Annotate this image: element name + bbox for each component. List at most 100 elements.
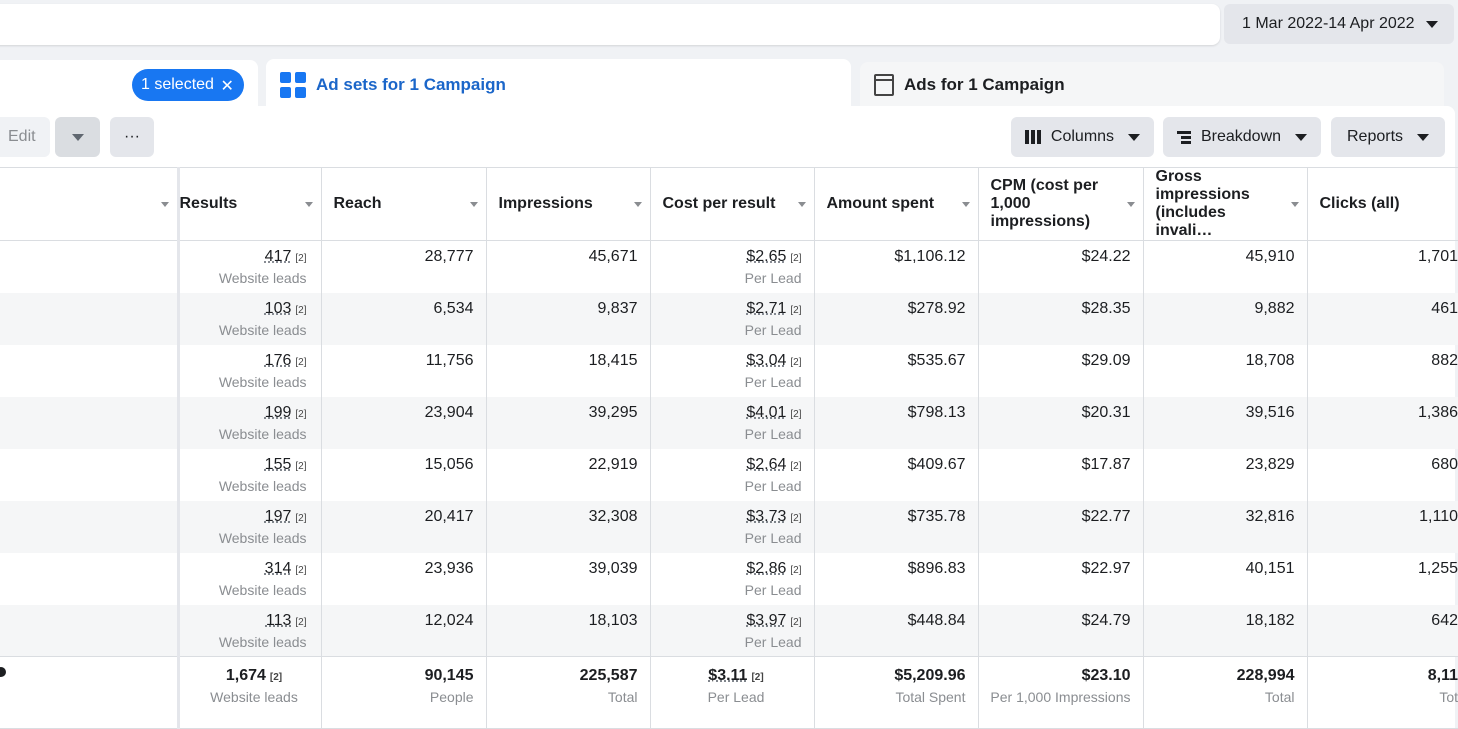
table-row[interactable]: 155 [2] Website leads 15,056 22,919 $2.64 [2] P… [0, 448, 1458, 501]
results-cell-value[interactable]: 176 [265, 352, 292, 369]
tab-ad-sets[interactable]: Ad sets for 1 Campaign [266, 59, 851, 111]
clicks-cell-value: 1,255 [1417, 559, 1458, 577]
footnote-marker: [2] [790, 356, 802, 368]
name-cell[interactable] [0, 500, 180, 553]
cost-per-result-cell-value[interactable]: $3.04 [746, 352, 786, 369]
date-range-picker[interactable]: 1 Mar 2022-14 Apr 2022 [1224, 4, 1454, 44]
total-cpm-value: $23.10 [1081, 667, 1131, 684]
cost-per-result-cell: $2.64 [2] Per Lead [650, 448, 815, 501]
totals-row: 1,674 [2] Website leads 90,145 People 225,587… [0, 656, 1458, 729]
cost-per-result-cell: $3.73 [2] Per Lead [650, 500, 815, 553]
amount-spent-cell: $448.84 [814, 604, 979, 657]
columns-button[interactable]: Columns [1011, 117, 1154, 157]
clicks-cell: 1,386 [1307, 396, 1458, 449]
cost-per-result-cell-value[interactable]: $3.97 [746, 612, 786, 629]
total-gross-impressions-cell: 228,994 Total [1143, 656, 1308, 729]
name-cell[interactable] [0, 552, 180, 605]
cost-per-result-cell-value[interactable]: $2.71 [746, 300, 786, 317]
name-cell[interactable] [0, 344, 180, 397]
gross-impressions-cell-value: 18,708 [1245, 351, 1295, 369]
column-header-name[interactable] [0, 167, 180, 241]
cost-per-result-cell-value[interactable]: $4.01 [746, 404, 786, 421]
impressions-cell-value: 39,039 [588, 559, 638, 577]
cpm-cell: $24.22 [978, 240, 1144, 293]
impressions-cell: 18,103 [486, 604, 651, 657]
name-cell[interactable] [0, 292, 180, 345]
clicks-cell-value: 1,701 [1417, 248, 1458, 265]
name-cell[interactable] [0, 604, 180, 657]
tab-ads[interactable]: Ads for 1 Campaign [860, 62, 1444, 108]
column-header-clicks[interactable]: Clicks (all) [1307, 167, 1458, 241]
more-options-button[interactable]: ··· [110, 117, 154, 157]
clicks-cell-value: 461 [1431, 299, 1458, 317]
table-row[interactable]: 103 [2] Website leads 6,534 9,837 $2.71 [2] Per… [0, 292, 1458, 345]
edit-dropdown-button[interactable] [55, 117, 100, 157]
cost-per-result-cell-sublabel: Per Lead [744, 529, 802, 546]
total-cost-per-result-sublabel: Per Lead [707, 689, 765, 705]
column-header-reach[interactable]: Reach [321, 167, 487, 241]
reports-button[interactable]: Reports [1331, 117, 1445, 157]
table-row[interactable]: 176 [2] Website leads 11,756 18,415 $3.04 [2] P… [0, 344, 1458, 397]
column-header-impressions[interactable]: Impressions [486, 167, 651, 241]
total-amount-spent-sublabel: Total Spent [895, 689, 966, 705]
breakdown-button[interactable]: Breakdown [1163, 117, 1321, 157]
cost-per-result-cell-value[interactable]: $2.64 [746, 456, 786, 473]
results-cell-value[interactable]: 199 [265, 404, 292, 421]
cost-per-result-cell-sublabel: Per Lead [744, 373, 802, 390]
search-bar[interactable] [0, 4, 1220, 45]
cost-per-result-cell: $2.86 [2] Per Lead [650, 552, 815, 605]
column-header-gross-impressions[interactable]: Gross impressions (includes invali… [1143, 167, 1308, 241]
reach-cell-value: 12,024 [424, 611, 474, 629]
footnote-marker: [2] [295, 616, 307, 628]
impressions-cell: 18,415 [486, 344, 651, 397]
results-cell-value[interactable]: 155 [265, 456, 292, 473]
table-row[interactable]: 113 [2] Website leads 12,024 18,103 $3.97 [2] P… [0, 604, 1458, 657]
selected-chip[interactable]: 1 selected ✕ [132, 69, 244, 101]
results-cell-value[interactable]: 197 [265, 508, 292, 525]
footnote-marker: [2] [790, 304, 802, 316]
table-row[interactable]: 199 [2] Website leads 23,904 39,295 $4.01 [2] P… [0, 396, 1458, 449]
sort-icon [304, 202, 313, 207]
column-header-results[interactable]: Results [178, 167, 322, 241]
cost-per-result-cell-value[interactable]: $2.86 [746, 560, 786, 577]
cpm-cell: $22.77 [978, 500, 1144, 553]
total-clicks-sublabel: Tot [1439, 689, 1458, 705]
tab-ads-label: Ads for 1 Campaign [904, 75, 1065, 94]
gross-impressions-cell-value: 18,182 [1245, 611, 1295, 629]
results-cell-value[interactable]: 103 [265, 300, 292, 317]
cost-per-result-cell-sublabel: Per Lead [744, 270, 802, 286]
clicks-cell-value: 680 [1431, 455, 1458, 473]
edit-button[interactable]: Edit [0, 117, 50, 157]
gross-impressions-cell-value: 39,516 [1245, 403, 1295, 421]
cost-per-result-cell-value[interactable]: $3.73 [746, 508, 786, 525]
column-header-cost-per-result[interactable]: Cost per result [650, 167, 815, 241]
amount-spent-cell-value: $896.83 [907, 559, 966, 577]
column-header-cpm[interactable]: CPM (cost per 1,000 impressions) [978, 167, 1144, 241]
cpm-cell-value: $22.77 [1081, 507, 1131, 525]
name-cell[interactable] [0, 448, 180, 501]
chevron-down-icon [1417, 133, 1430, 141]
results-cell: 113 [2] Website leads [178, 604, 322, 657]
column-header-amount-spent[interactable]: Amount spent [814, 167, 979, 241]
name-cell[interactable] [0, 240, 180, 293]
reach-cell: 11,756 [321, 344, 487, 397]
table-row[interactable]: 197 [2] Website leads 20,417 32,308 $3.73 [2] P… [0, 500, 1458, 553]
results-cell: 199 [2] Website leads [178, 396, 322, 449]
clicks-cell: 1,255 [1307, 553, 1458, 605]
gross-impressions-cell-value: 23,829 [1245, 455, 1295, 473]
table-row[interactable]: 314 [2] Website leads 23,936 39,039 $2.86 [2] P… [0, 552, 1458, 605]
results-cell-value[interactable]: 417 [265, 248, 292, 265]
impressions-cell-value: 18,103 [588, 611, 638, 629]
name-cell[interactable] [0, 396, 180, 449]
impressions-cell-value: 32,308 [588, 507, 638, 525]
cost-per-result-cell-value[interactable]: $2.65 [746, 248, 786, 265]
close-icon[interactable]: ✕ [221, 76, 234, 96]
results-cell-value[interactable]: 113 [266, 612, 292, 629]
results-cell-value[interactable]: 314 [265, 560, 292, 577]
amount-spent-cell-value: $535.67 [907, 351, 966, 369]
table-row[interactable]: 417 [2] Website leads 28,777 45,671 $2.65 [2] P… [0, 240, 1458, 293]
clicks-cell: 461 [1307, 292, 1458, 345]
impressions-cell: 45,671 [486, 240, 651, 293]
gross-impressions-cell-value: 9,882 [1254, 299, 1295, 317]
footnote-marker: [2] [295, 356, 307, 368]
